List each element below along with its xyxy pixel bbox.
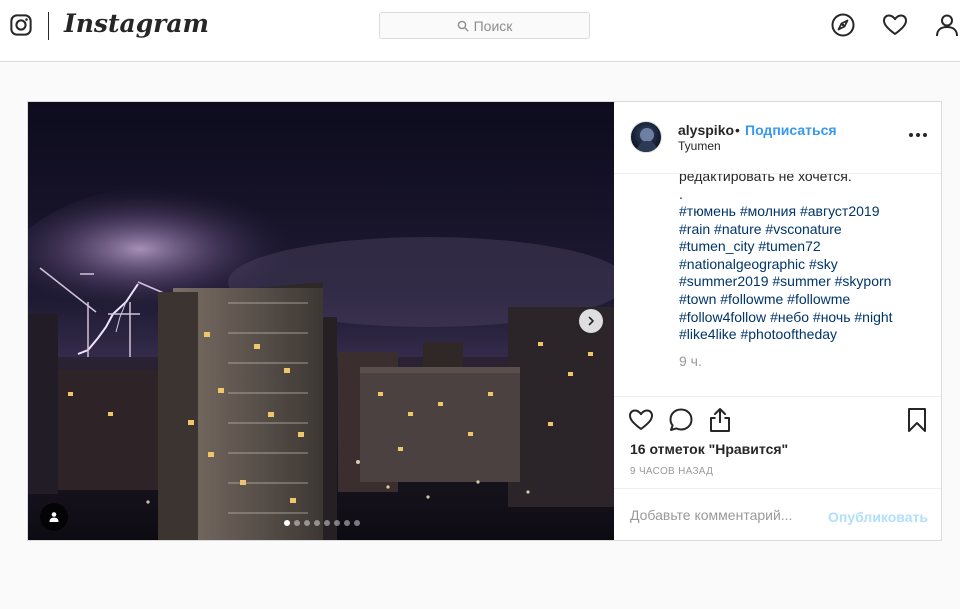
post-photo[interactable] (28, 102, 614, 540)
post-card: alyspiko • Подписаться Tyumen редактиров… (27, 101, 942, 541)
carousel-dot (314, 520, 320, 526)
post-sidebar: alyspiko • Подписаться Tyumen редактиров… (614, 102, 941, 540)
carousel-dot (344, 520, 350, 526)
instagram-wordmark[interactable]: Instagram (64, 9, 209, 38)
hashtag-line: #follow4follow #небо #ночь #night (679, 309, 941, 327)
hashtag-link[interactable]: #night (854, 309, 892, 325)
header-separator: • (735, 122, 740, 138)
hashtag-link[interactable]: #followme (787, 291, 850, 307)
hashtag-link[interactable]: #sky (809, 256, 838, 272)
chevron-right-icon (588, 316, 594, 326)
caption-time[interactable]: 9 ч. (679, 353, 941, 369)
search-placeholder: Поиск (473, 17, 513, 34)
hashtag-link[interactable]: #followme (720, 291, 783, 307)
carousel-dot (304, 520, 310, 526)
hashtag-link[interactable]: #tumen72 (758, 238, 820, 254)
carousel-dot (294, 520, 300, 526)
caption-area: редактировать не хочется. . #тюмень #мол… (614, 174, 941, 396)
carousel-next-button[interactable] (579, 309, 603, 333)
carousel-dot (284, 520, 290, 526)
caption-text: редактировать не хочется. . (679, 174, 852, 202)
avatar[interactable] (630, 121, 662, 153)
comment-icon[interactable] (668, 407, 694, 433)
hashtag-line: #nationalgeographic #sky (679, 256, 941, 274)
more-dot (916, 133, 920, 137)
hashtag-link[interactable]: #like4like (679, 326, 737, 342)
post-username[interactable]: alyspiko (678, 122, 734, 138)
comment-section: Опубликовать (614, 488, 941, 540)
hashtag-link[interactable]: #town (679, 291, 716, 307)
hashtag-line: #summer2019 #summer #skyporn (679, 273, 941, 291)
like-heart-icon[interactable] (628, 407, 654, 433)
carousel-dot (334, 520, 340, 526)
carousel-indicator (284, 520, 360, 526)
hashtag-link[interactable]: #август2019 (800, 203, 880, 219)
hashtag-link[interactable]: #tumen_city (679, 238, 754, 254)
instagram-glyph-icon[interactable] (10, 14, 32, 36)
share-icon[interactable] (707, 407, 733, 433)
post-header: alyspiko • Подписаться Tyumen (614, 102, 941, 174)
bookmark-icon[interactable] (904, 407, 930, 433)
comment-input[interactable] (630, 497, 820, 533)
hashtag-line: #town #followme #followme (679, 291, 941, 309)
hashtag-line: #rain #nature #vsconature (679, 221, 941, 239)
hashtag-link[interactable]: #nature (714, 221, 761, 237)
more-dot (909, 133, 913, 137)
likes-count[interactable]: 16 отметок "Нравится" (630, 441, 788, 457)
publish-button[interactable]: Опубликовать (828, 509, 928, 525)
search-box[interactable]: Поиск (379, 12, 590, 39)
hashtag-link[interactable]: #nationalgeographic (679, 256, 805, 272)
follow-button[interactable]: Подписаться (745, 122, 837, 138)
carousel-dot (324, 520, 330, 526)
hashtag-line: #tumen_city #tumen72 (679, 238, 941, 256)
hashtag-link[interactable]: #небо (770, 309, 809, 325)
heart-icon[interactable] (882, 12, 908, 38)
tagged-users-button[interactable] (40, 503, 68, 531)
more-dot (923, 133, 927, 137)
hashtag-link[interactable]: #follow4follow (679, 309, 766, 325)
hashtag-link[interactable]: #summer2019 (679, 273, 769, 289)
carousel-dot (354, 520, 360, 526)
hashtag-link[interactable]: #ночь (813, 309, 851, 325)
compass-icon[interactable] (830, 12, 856, 38)
hashtag-link[interactable]: #тюмень (679, 203, 736, 219)
hashtag-line: #тюмень #молния #август2019 (679, 203, 941, 221)
search-icon (457, 20, 469, 32)
profile-icon[interactable] (934, 12, 960, 38)
more-options-button[interactable] (908, 128, 928, 142)
top-nav: Instagram Поиск (0, 0, 960, 62)
night-city-lightning-photo (28, 102, 614, 540)
hashtag-link[interactable]: #skyporn (835, 273, 892, 289)
hashtag-link[interactable]: #photooftheday (740, 326, 837, 342)
avatar-image (636, 128, 658, 152)
hashtag-link[interactable]: #rain (679, 221, 710, 237)
hashtag-link[interactable]: #summer (772, 273, 830, 289)
hashtag-line: #like4like #photooftheday (679, 326, 941, 344)
nav-divider (48, 12, 49, 40)
user-tag-icon (49, 512, 59, 522)
post-actions: 16 отметок "Нравится" 9 ЧАСОВ НАЗАД (614, 396, 941, 496)
hashtag-list: #тюмень #молния #август2019 #rain #nature… (679, 203, 941, 344)
post-location[interactable]: Tyumen (678, 139, 721, 153)
post-timestamp[interactable]: 9 ЧАСОВ НАЗАД (630, 466, 713, 477)
hashtag-link[interactable]: #молния (740, 203, 796, 219)
hashtag-link[interactable]: #vsconature (765, 221, 841, 237)
